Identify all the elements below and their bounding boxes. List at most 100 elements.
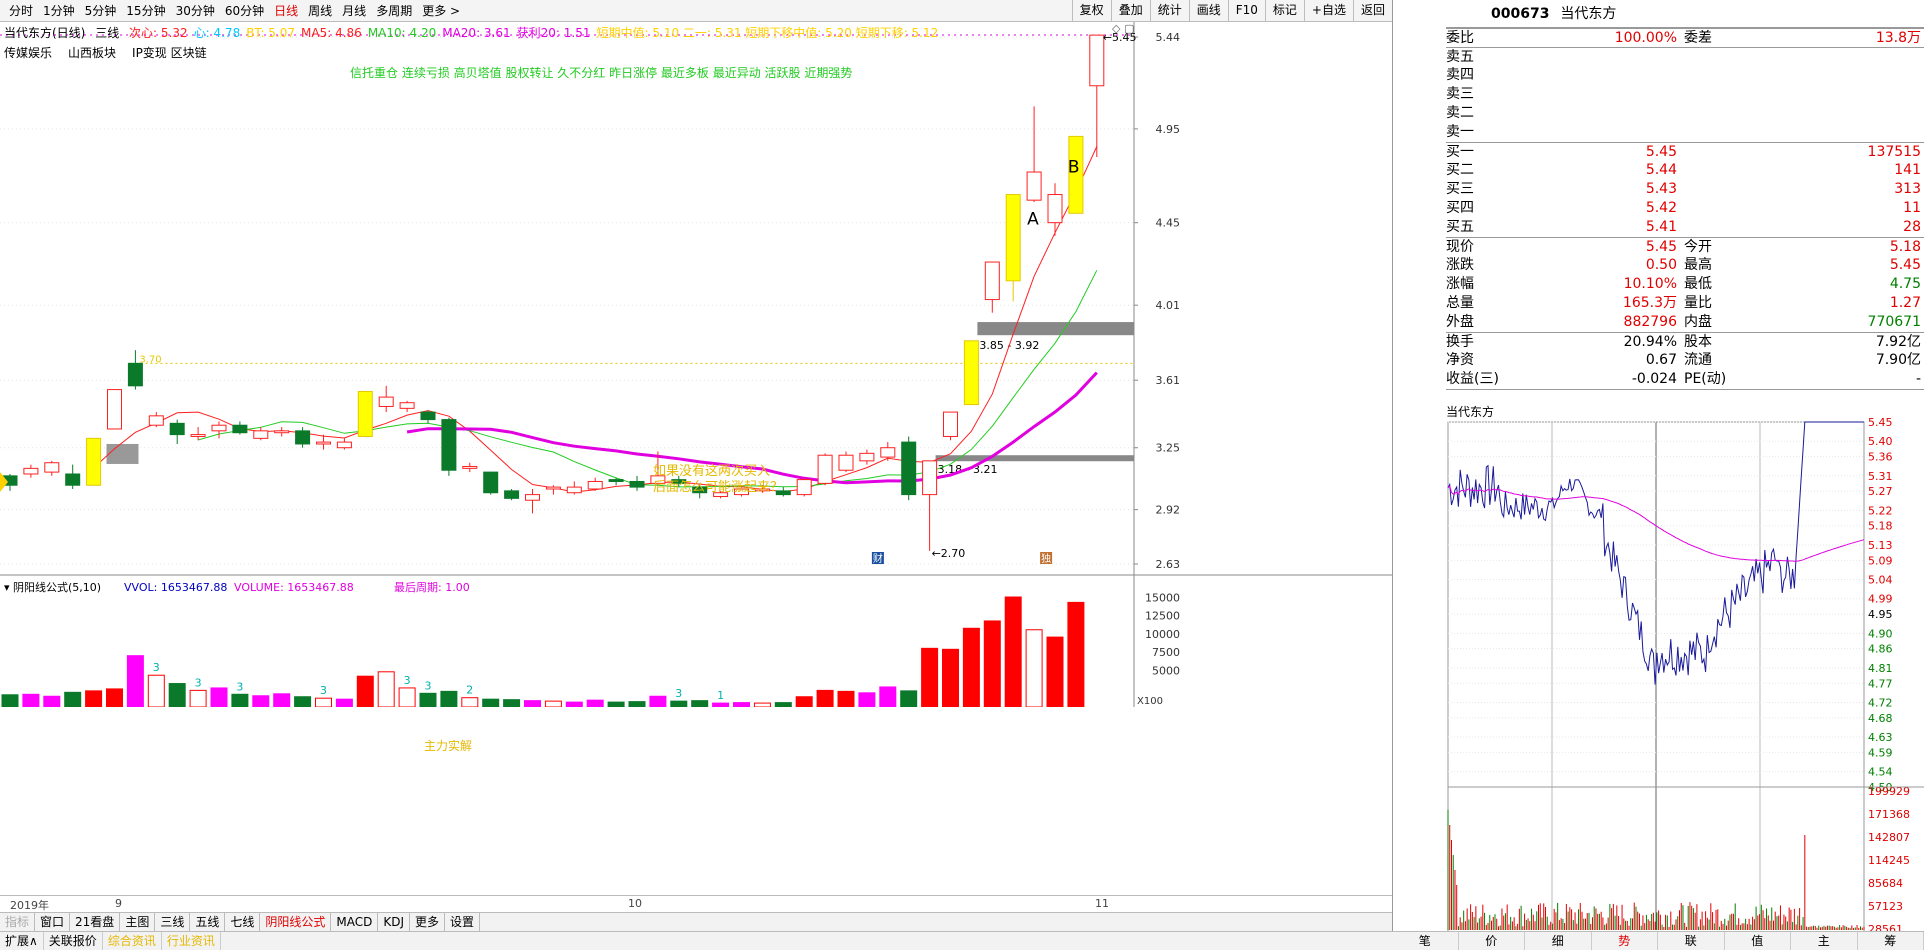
tool-button-7[interactable]: 返回: [1352, 0, 1392, 22]
candle-up[interactable]: [566, 486, 582, 494]
period-tab-10[interactable]: 更多 >: [417, 3, 465, 19]
period-tab-0[interactable]: 分时: [4, 3, 38, 19]
volume-bar[interactable]: [64, 691, 82, 707]
volume-bar[interactable]: [85, 690, 103, 707]
intraday-tab-3[interactable]: 势: [1592, 932, 1658, 950]
candle-down[interactable]: [901, 441, 917, 496]
candle-up[interactable]: [984, 261, 1000, 301]
indicator-tab-11[interactable]: 设置: [445, 913, 481, 931]
intraday-tab-6[interactable]: 主: [1791, 932, 1858, 950]
tool-button-1[interactable]: 叠加: [1110, 0, 1150, 22]
intraday-tab-1[interactable]: 价: [1459, 932, 1525, 950]
indicator-tab-7[interactable]: 阴阳线公式: [260, 913, 332, 931]
candle-up[interactable]: [274, 430, 290, 434]
intraday-tab-5[interactable]: 值: [1725, 932, 1791, 950]
volume-bar[interactable]: [168, 683, 186, 707]
volume-bar[interactable]: [398, 687, 416, 707]
status-item-0[interactable]: 扩展∧: [0, 932, 44, 950]
volume-bar[interactable]: [649, 695, 667, 707]
intraday-tab-0[interactable]: 笔: [1392, 932, 1459, 950]
tool-button-5[interactable]: 标记: [1264, 0, 1304, 22]
candle-down[interactable]: [295, 430, 311, 445]
diamond-icon[interactable]: ◇: [1112, 22, 1121, 35]
concept-tag-0[interactable]: 传媒娱乐: [4, 46, 52, 60]
indicator-tab-2[interactable]: 21看盘: [70, 913, 121, 931]
volume-bar[interactable]: [189, 689, 207, 707]
candle-up[interactable]: [462, 465, 478, 469]
kline-chart-area[interactable]: 5.44 4.95 4.45 4.01 3.61 3.25 2.92 2.63 3.70 3.85…: [0, 22, 1392, 753]
candle-up[interactable]: [190, 434, 206, 437]
indicator-tab-1[interactable]: 窗口: [35, 913, 71, 931]
candle-up[interactable]: [316, 441, 331, 445]
volume-bar[interactable]: [419, 692, 437, 707]
tool-button-3[interactable]: 画线: [1188, 0, 1228, 22]
candle-up[interactable]: [211, 424, 227, 432]
volume-bar[interactable]: [900, 690, 918, 707]
kline-chart-svg[interactable]: 5.444.954.454.013.613.252.922.633.703.85…: [0, 22, 1392, 707]
candle-down[interactable]: [483, 471, 499, 494]
candle-up[interactable]: [336, 441, 352, 449]
volume-bar[interactable]: [712, 702, 730, 707]
intraday-tab-7[interactable]: 筹: [1858, 932, 1924, 950]
volume-bar[interactable]: [607, 701, 625, 707]
period-tab-1[interactable]: 1分钟: [38, 3, 80, 19]
period-tab-8[interactable]: 月线: [337, 3, 371, 19]
volume-bar[interactable]: [43, 695, 61, 707]
candle-limit-up[interactable]: [963, 340, 979, 406]
volume-bar[interactable]: [356, 675, 374, 707]
candle-up[interactable]: [253, 430, 269, 439]
candle-up[interactable]: [1089, 34, 1105, 87]
period-tab-9[interactable]: 多周期: [371, 3, 417, 19]
candle-up[interactable]: [922, 460, 938, 496]
volume-bar[interactable]: [1, 694, 19, 707]
volume-bar[interactable]: [962, 627, 980, 707]
candle-down[interactable]: [127, 362, 143, 387]
candle-limit-up[interactable]: [357, 390, 373, 437]
volume-bar[interactable]: [858, 692, 876, 707]
period-tab-5[interactable]: 60分钟: [220, 3, 269, 19]
indicator-tab-4[interactable]: 三线: [155, 913, 191, 931]
candle-down[interactable]: [420, 411, 436, 421]
tool-button-2[interactable]: 统计: [1149, 0, 1189, 22]
volume-bar[interactable]: [983, 620, 1001, 707]
candle-down[interactable]: [65, 473, 81, 486]
candle-limit-up[interactable]: [86, 437, 102, 486]
volume-bar[interactable]: [670, 700, 688, 707]
volume-bar[interactable]: [816, 689, 834, 707]
volume-bar[interactable]: [733, 702, 750, 707]
volume-bar[interactable]: [210, 687, 228, 707]
volume-bar[interactable]: [628, 701, 646, 707]
indicator-tab-10[interactable]: 更多: [410, 913, 446, 931]
candle-up[interactable]: [44, 462, 60, 473]
volume-bar[interactable]: [461, 697, 479, 707]
candle-up[interactable]: [859, 452, 875, 462]
candle-down[interactable]: [629, 480, 645, 488]
candle-down[interactable]: [441, 419, 457, 471]
candle-down[interactable]: [504, 490, 520, 499]
candle-up[interactable]: [148, 415, 164, 426]
volume-bar[interactable]: [942, 648, 959, 707]
period-tab-4[interactable]: 30分钟: [171, 3, 220, 19]
candle-up[interactable]: [1047, 194, 1063, 224]
volume-bar[interactable]: [315, 697, 332, 707]
intraday-tab-2[interactable]: 细: [1525, 932, 1592, 950]
volume-bar[interactable]: [795, 696, 813, 707]
volume-bar[interactable]: [377, 671, 395, 707]
volume-bar[interactable]: [147, 674, 165, 707]
indicator-tab-3[interactable]: 主图: [120, 913, 156, 931]
status-item-1[interactable]: 关联报价: [44, 932, 103, 950]
period-tab-6[interactable]: 日线: [269, 3, 303, 19]
volume-bar[interactable]: [586, 699, 604, 707]
volume-bar[interactable]: [1004, 596, 1022, 707]
volume-bar[interactable]: [126, 655, 144, 707]
candle-up[interactable]: [880, 447, 896, 458]
period-tab-7[interactable]: 周线: [303, 3, 337, 19]
candle-up[interactable]: [399, 402, 415, 409]
status-item-3[interactable]: 行业资讯: [162, 932, 221, 950]
candle-up[interactable]: [1026, 171, 1042, 201]
volume-bar[interactable]: [252, 695, 270, 707]
volume-bar[interactable]: [22, 693, 40, 707]
volume-bar[interactable]: [503, 699, 521, 707]
tool-button-4[interactable]: F10: [1227, 0, 1265, 22]
candle-up[interactable]: [545, 486, 561, 490]
